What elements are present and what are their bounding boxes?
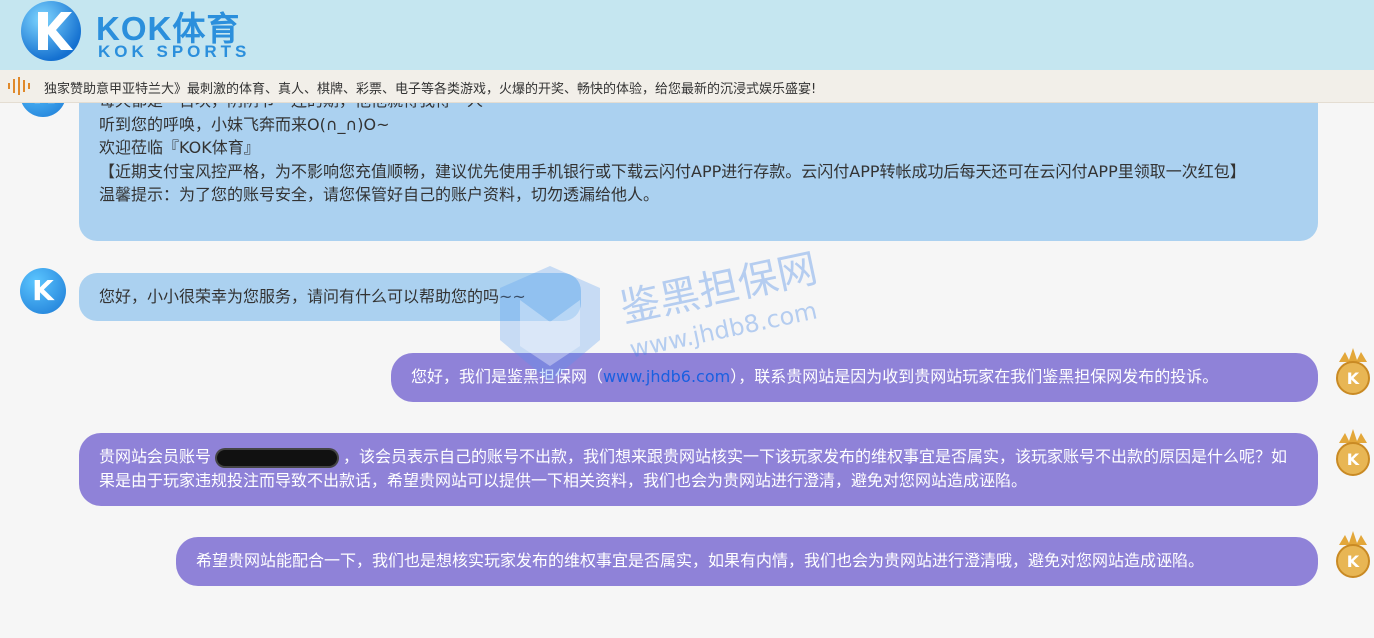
app-header: KOK体育 KOK SPORTS: [0, 0, 1374, 70]
message-line: 每天都是一百块，阴阴节一连的期，他他就得我得一人: [99, 103, 1298, 113]
message-line: 温馨提示：为了您的账号安全，请您保管好自己的账户资料，切勿透漏给他人。: [99, 185, 660, 204]
kok-logo-icon[interactable]: [20, 0, 82, 62]
agent-avatar: K: [20, 103, 66, 117]
redacted-account: [217, 449, 338, 466]
announcement-marquee: 独家赞助意甲亚特兰大》最刺激的体育、真人、棋牌、彩票、电子等各类游戏，火爆的开奖…: [0, 70, 1374, 103]
marquee-text: 独家赞助意甲亚特兰大》最刺激的体育、真人、棋牌、彩票、电子等各类游戏，火爆的开奖…: [44, 82, 817, 97]
message-line: 欢迎莅临『KOK体育』: [99, 138, 260, 157]
agent-avatar: K: [20, 268, 66, 314]
kok-k-logo-icon: K: [32, 274, 54, 307]
message-text: ），联系贵网站是因为收到贵网站玩家在我们鉴黑担保网发布的投诉。: [730, 367, 1219, 386]
user-message-intro: 您好，我们是鉴黑担保网（www.jhdb6.com），联系贵网站是因为收到贵网站…: [391, 353, 1318, 402]
message-line: 听到您的呼唤，小妹飞奔而来O(∩_∩)O~: [99, 114, 390, 134]
kok-k-logo-icon: K: [20, 103, 66, 117]
svg-text:K: K: [1347, 450, 1360, 469]
website-link[interactable]: www.jhdb6.com: [603, 367, 730, 386]
svg-text:K: K: [1347, 369, 1360, 388]
svg-text:K: K: [1347, 552, 1360, 571]
chat-area[interactable]: K 每天都是一百块，阴阴节一连的期，他他就得我得一人 听到您的呼唤，小妹飞奔而来…: [0, 103, 1374, 638]
user-message-inquiry: 贵网站会员账号 ，该会员表示自己的账号不出款，我们想来跟贵网站核实一下该玩家发布的…: [79, 433, 1318, 506]
sound-wave-icon: [8, 77, 30, 95]
message-text: 希望贵网站能配合一下，我们也是想核实玩家发布的维权事宜是否属实，如果有内情，我们…: [196, 551, 1205, 570]
agent-message-greeting: 您好，小小很荣幸为您服务，请问有什么可以帮助您的吗~~: [79, 273, 581, 321]
gold-crown-avatar-icon: K: [1336, 429, 1370, 476]
user-message-request: 希望贵网站能配合一下，我们也是想核实玩家发布的维权事宜是否属实，如果有内情，我们…: [176, 537, 1318, 586]
brand-subtitle: KOK SPORTS: [98, 42, 251, 61]
gold-crown-avatar-icon: K: [1336, 348, 1370, 395]
message-text: 您好，我们是鉴黑担保网（: [411, 367, 604, 386]
message-text: 您好，小小很荣幸为您服务，请问有什么可以帮助您的吗~~: [99, 287, 526, 306]
message-text: 贵网站会员账号: [99, 447, 212, 466]
message-line: 【近期支付宝风控严格，为不影响您充值顺畅，建议优先使用手机银行或下载云闪付APP…: [99, 161, 1246, 181]
gold-crown-avatar-icon: K: [1336, 531, 1370, 578]
agent-message-welcome: 每天都是一百块，阴阴节一连的期，他他就得我得一人 听到您的呼唤，小妹飞奔而来O(…: [79, 103, 1318, 241]
